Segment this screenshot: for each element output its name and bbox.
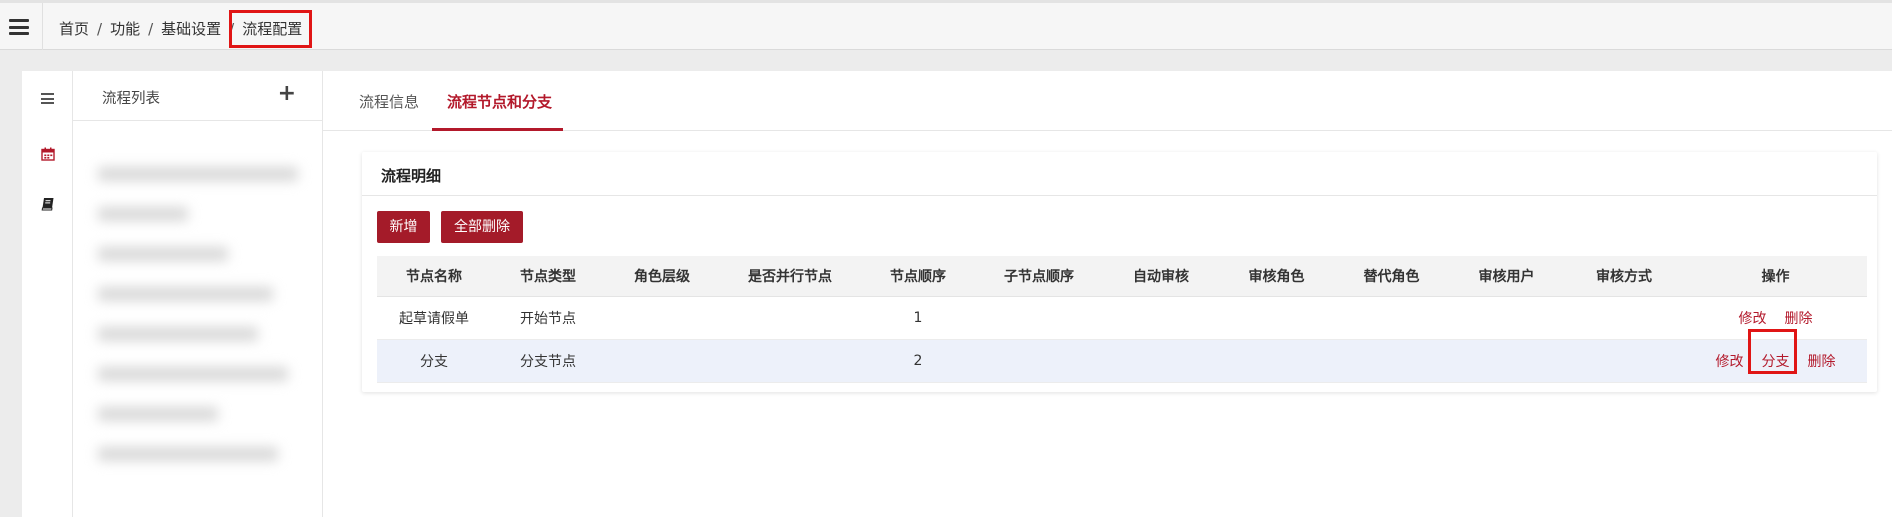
table-cell: [1103, 296, 1219, 340]
flow-list-panel: 流程列表 +: [73, 71, 323, 517]
calendar-icon[interactable]: [41, 147, 55, 161]
column-header: 角色层级: [605, 256, 719, 297]
flow-node-table: 节点名称 节点类型 角色层级 是否并行节点 节点顺序 子节点顺序 自动审核 审核…: [377, 256, 1867, 383]
column-header: 操作: [1684, 256, 1867, 297]
breadcrumb-separator: /: [148, 20, 154, 38]
flow-list-header: 流程列表 +: [73, 71, 322, 121]
hamburger-menu-icon[interactable]: [9, 19, 29, 35]
edit-link[interactable]: 修改: [1716, 354, 1744, 370]
table-cell: 分支: [377, 339, 491, 383]
table-header-row: 节点名称 节点类型 角色层级 是否并行节点 节点顺序 子节点顺序 自动审核 审核…: [377, 256, 1867, 297]
table-cell: [605, 339, 719, 383]
actions-cell: 修改 删除: [1684, 296, 1867, 340]
table-row: 分支 分支节点 2 修改 分支 删除: [377, 339, 1867, 383]
main-content: 流程信息 流程节点和分支 流程明细 新增 全部删除 节点名称 节点类型 角色层级…: [323, 71, 1892, 517]
column-header: 是否并行节点: [719, 256, 861, 297]
column-header: 审核角色: [1219, 256, 1334, 297]
table-cell: [1219, 296, 1334, 340]
column-header: 节点类型: [491, 256, 605, 297]
top-header: 首页 / 功能 / 基础设置 / 流程配置: [0, 0, 1892, 50]
column-header: 审核方式: [1564, 256, 1684, 297]
table-cell: [719, 339, 861, 383]
edit-link[interactable]: 修改: [1739, 311, 1767, 327]
tab-bar: 流程信息 流程节点和分支: [323, 71, 1892, 131]
table-cell: [1219, 339, 1334, 383]
column-header: 节点名称: [377, 256, 491, 297]
table-cell: 2: [861, 339, 975, 383]
column-header: 审核用户: [1449, 256, 1564, 297]
flow-detail-header: 流程明细: [362, 152, 1877, 196]
breadcrumb-home[interactable]: 首页: [59, 20, 89, 38]
table-cell: 分支节点: [491, 339, 605, 383]
table-cell: 起草请假单: [377, 296, 491, 340]
breadcrumb-basic-settings[interactable]: 基础设置: [161, 20, 221, 38]
table-cell: [605, 296, 719, 340]
column-header: 替代角色: [1334, 256, 1449, 297]
book-icon[interactable]: [41, 197, 55, 211]
flow-detail-title: 流程明细: [381, 167, 442, 185]
flow-list-title: 流程列表: [102, 91, 160, 107]
breadcrumb-separator: /: [97, 20, 103, 38]
table-cell: [1103, 339, 1219, 383]
table-cell: [719, 296, 861, 340]
add-flow-icon[interactable]: +: [278, 81, 296, 106]
column-header: 自动审核: [1103, 256, 1219, 297]
list-menu-icon[interactable]: [41, 93, 54, 104]
tab-flow-info[interactable]: 流程信息: [359, 91, 419, 112]
icon-sidebar: [22, 71, 73, 517]
table-cell: [1449, 339, 1564, 383]
breadcrumb-current: 流程配置: [242, 20, 303, 38]
table-cell: [1449, 296, 1564, 340]
table-cell: [975, 339, 1103, 383]
add-node-button[interactable]: 新增: [377, 211, 430, 243]
delete-link[interactable]: 删除: [1785, 311, 1813, 327]
delete-all-button[interactable]: 全部删除: [441, 211, 523, 243]
branch-link[interactable]: 分支: [1762, 354, 1790, 370]
column-header: 子节点顺序: [975, 256, 1103, 297]
table-cell: 1: [861, 296, 975, 340]
tab-flow-nodes-branches[interactable]: 流程节点和分支: [447, 91, 552, 112]
table-cell: [975, 296, 1103, 340]
table-cell: [1334, 339, 1449, 383]
main-card: 流程列表 + 流程信息 流程节点和分支 流程明细 新增 全部删除 节点名称 节点…: [22, 71, 1892, 517]
active-tab-indicator: [432, 128, 563, 131]
breadcrumb-separator: /: [229, 20, 235, 38]
table-cell: [1334, 296, 1449, 340]
table-row: 起草请假单 开始节点 1 修改 删除: [377, 296, 1867, 340]
flow-list-items-blurred: [88, 149, 318, 517]
delete-link[interactable]: 删除: [1808, 354, 1836, 370]
flow-detail-panel: 流程明细 新增 全部删除 节点名称 节点类型 角色层级 是否并行节点 节点顺序: [362, 152, 1877, 392]
header-divider: [42, 3, 43, 50]
breadcrumb-function[interactable]: 功能: [110, 20, 140, 38]
breadcrumb: 首页 / 功能 / 基础设置 / 流程配置: [59, 18, 302, 39]
column-header: 节点顺序: [861, 256, 975, 297]
table-cell: [1564, 339, 1684, 383]
table-cell: [1564, 296, 1684, 340]
actions-cell: 修改 分支 删除: [1684, 339, 1867, 383]
table-cell: 开始节点: [491, 296, 605, 340]
